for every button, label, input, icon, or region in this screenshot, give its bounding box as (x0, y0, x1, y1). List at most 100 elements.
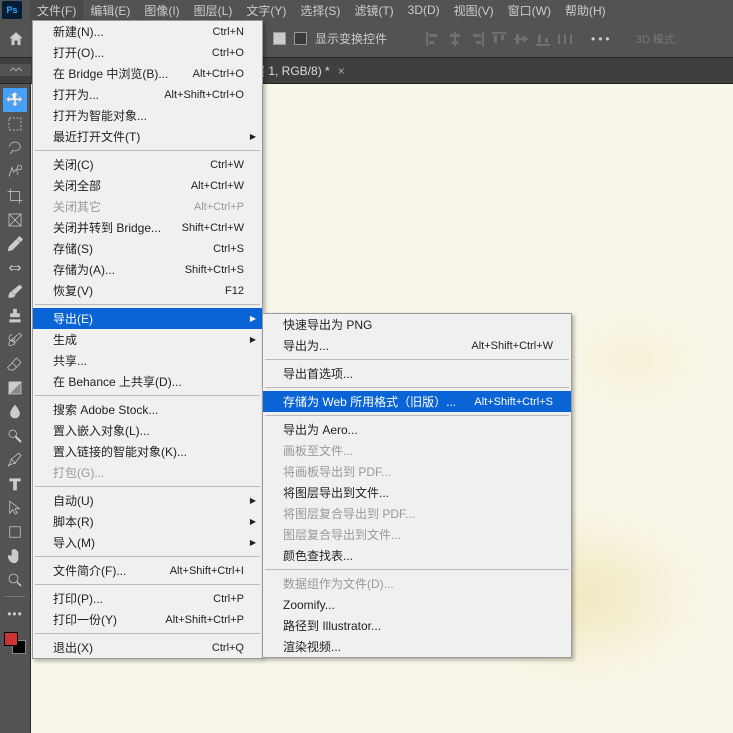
export-menu-item[interactable]: 导出为...Alt+Shift+Ctrl+W (263, 335, 571, 356)
type-tool[interactable] (3, 472, 27, 496)
export-menu-item-label: 快速导出为 PNG (283, 316, 372, 333)
align-left-icon[interactable] (425, 31, 441, 47)
edit-toolbar[interactable]: ••• (3, 602, 27, 626)
file-menu-item-shortcut: Ctrl+N (213, 26, 244, 38)
menu-bar: Ps 文件(F) 编辑(E) 图像(I) 图层(L) 文字(Y) 选择(S) 滤… (0, 0, 733, 20)
pen-tool[interactable] (3, 448, 27, 472)
stamp-tool[interactable] (3, 304, 27, 328)
menu-type[interactable]: 文字(Y) (239, 0, 293, 21)
file-menu-item[interactable]: 置入嵌入对象(L)... (33, 420, 262, 441)
export-menu-item-label: 颜色查找表... (283, 547, 353, 564)
menu-select[interactable]: 选择(S) (293, 0, 347, 21)
export-menu-item[interactable]: 渲染视频... (263, 636, 571, 657)
align-bottom-icon[interactable] (535, 31, 551, 47)
blur-tool[interactable] (3, 400, 27, 424)
menu-help[interactable]: 帮助(H) (558, 0, 613, 21)
auto-select-check[interactable] (273, 32, 286, 45)
file-menu-item-shortcut: Alt+Ctrl+P (194, 201, 244, 213)
frame-tool[interactable] (3, 208, 27, 232)
file-menu-item[interactable]: 关闭(C)Ctrl+W (33, 154, 262, 175)
file-menu-item[interactable]: 在 Behance 上共享(D)... (33, 371, 262, 392)
file-menu-item[interactable]: 打开为...Alt+Shift+Ctrl+O (33, 84, 262, 105)
path-select-tool[interactable] (3, 496, 27, 520)
file-menu-item[interactable]: 共享... (33, 350, 262, 371)
export-menu-item[interactable]: 颜色查找表... (263, 545, 571, 566)
export-menu-item[interactable]: 快速导出为 PNG (263, 314, 571, 335)
file-menu-item[interactable]: 导出(E) (33, 308, 262, 329)
overflow-icon[interactable]: ••• (591, 32, 613, 46)
dodge-tool[interactable] (3, 424, 27, 448)
align-group (425, 31, 573, 47)
file-menu-item[interactable]: 文件简介(F)...Alt+Shift+Ctrl+I (33, 560, 262, 581)
menu-layer[interactable]: 图层(L) (187, 0, 240, 21)
align-vcenter-icon[interactable] (513, 31, 529, 47)
align-hcenter-icon[interactable] (447, 31, 463, 47)
color-swatch[interactable] (4, 632, 26, 654)
file-menu-separator (35, 633, 260, 634)
file-menu-item[interactable]: 关闭全部Alt+Ctrl+W (33, 175, 262, 196)
file-menu-item[interactable]: 打开为智能对象... (33, 105, 262, 126)
crop-tool[interactable] (3, 184, 27, 208)
align-right-icon[interactable] (469, 31, 485, 47)
distribute-icon[interactable] (557, 31, 573, 47)
lasso-tool[interactable] (3, 136, 27, 160)
close-icon[interactable]: × (338, 64, 345, 78)
file-menu-item[interactable]: 打开(O)...Ctrl+O (33, 42, 262, 63)
file-menu-item[interactable]: 导入(M) (33, 532, 262, 553)
file-menu-item[interactable]: 存储(S)Ctrl+S (33, 238, 262, 259)
export-menu-item[interactable]: 导出为 Aero... (263, 419, 571, 440)
file-menu-item[interactable]: 打印(P)...Ctrl+P (33, 588, 262, 609)
file-menu-item[interactable]: 关闭并转到 Bridge...Shift+Ctrl+W (33, 217, 262, 238)
export-menu-item[interactable]: 导出首选项... (263, 363, 571, 384)
file-menu-item-shortcut: Ctrl+P (213, 593, 244, 605)
toolbar-handle[interactable] (0, 64, 31, 76)
move-tool[interactable] (3, 88, 27, 112)
file-menu-item[interactable]: 恢复(V)F12 (33, 280, 262, 301)
export-menu-item[interactable]: 将图层导出到文件... (263, 482, 571, 503)
file-menu-item: 关闭其它Alt+Ctrl+P (33, 196, 262, 217)
export-menu-item[interactable]: Zoomify... (263, 594, 571, 615)
menu-window[interactable]: 窗口(W) (501, 0, 558, 21)
menu-filter[interactable]: 滤镜(T) (347, 0, 400, 21)
menu-view[interactable]: 视图(V) (447, 0, 501, 21)
export-submenu: 快速导出为 PNG 导出为...Alt+Shift+Ctrl+W 导出首选项... 存… (262, 313, 572, 658)
zoom-tool[interactable] (3, 568, 27, 592)
mode-3d-label: 3D 模式: (636, 31, 678, 47)
eyedropper-tool[interactable] (3, 232, 27, 256)
menu-edit[interactable]: 编辑(E) (83, 0, 137, 21)
file-menu-item[interactable]: 最近打开文件(T) (33, 126, 262, 147)
align-top-icon[interactable] (491, 31, 507, 47)
healing-tool[interactable] (3, 256, 27, 280)
file-menu-item[interactable]: 搜索 Adobe Stock... (33, 399, 262, 420)
export-menu-item-label: 将图层导出到文件... (283, 484, 389, 501)
file-menu-item[interactable]: 生成 (33, 329, 262, 350)
history-brush-tool[interactable] (3, 328, 27, 352)
brush-tool[interactable] (3, 280, 27, 304)
show-transform-label: 显示变换控件 (315, 30, 387, 47)
home-icon[interactable] (5, 28, 27, 50)
file-menu-item[interactable]: 打印一份(Y)Alt+Shift+Ctrl+P (33, 609, 262, 630)
menu-image[interactable]: 图像(I) (137, 0, 186, 21)
gradient-tool[interactable] (3, 376, 27, 400)
file-menu-item[interactable]: 存储为(A)...Shift+Ctrl+S (33, 259, 262, 280)
file-menu-item[interactable]: 新建(N)...Ctrl+N (33, 21, 262, 42)
file-menu-item[interactable]: 自动(U) (33, 490, 262, 511)
file-menu-item[interactable]: 在 Bridge 中浏览(B)...Alt+Ctrl+O (33, 63, 262, 84)
export-menu-item[interactable]: 路径到 Illustrator... (263, 615, 571, 636)
show-transform-check[interactable] (294, 32, 307, 45)
menu-file[interactable]: 文件(F) (30, 0, 83, 21)
shape-tool[interactable] (3, 520, 27, 544)
hand-tool[interactable] (3, 544, 27, 568)
marquee-tool[interactable] (3, 112, 27, 136)
foreground-color[interactable] (4, 632, 18, 646)
file-menu-item[interactable]: 退出(X)Ctrl+Q (33, 637, 262, 658)
menu-3d[interactable]: 3D(D) (401, 1, 447, 19)
export-menu-item[interactable]: 存储为 Web 所用格式（旧版）...Alt+Shift+Ctrl+S (263, 391, 571, 412)
file-menu-item-label: 在 Behance 上共享(D)... (53, 373, 182, 390)
file-menu-separator (35, 556, 260, 557)
quick-select-tool[interactable] (3, 160, 27, 184)
file-menu-item[interactable]: 置入链接的智能对象(K)... (33, 441, 262, 462)
file-menu-item[interactable]: 脚本(R) (33, 511, 262, 532)
eraser-tool[interactable] (3, 352, 27, 376)
export-menu-separator (265, 359, 569, 360)
